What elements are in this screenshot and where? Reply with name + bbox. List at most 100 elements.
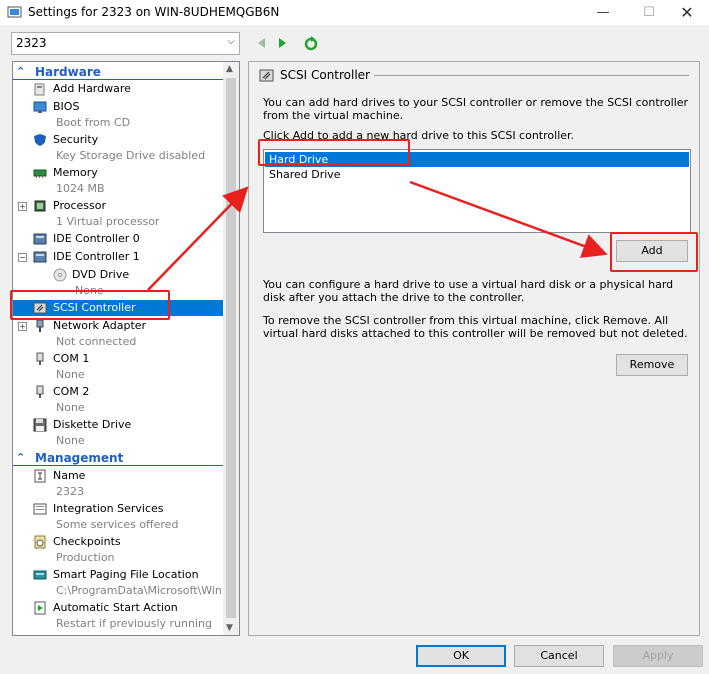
settings-app-icon (7, 6, 22, 18)
tree-item-security[interactable]: Security (13, 132, 223, 148)
smart-paging-icon (33, 570, 47, 580)
panel-title: SCSI Controller (280, 68, 370, 82)
add-hardware-icon (34, 83, 45, 96)
ide-controller-icon (33, 251, 47, 263)
scroll-down-icon[interactable]: ▼ (226, 623, 233, 633)
tree-item-detail: 2323 (56, 485, 84, 498)
remove-button[interactable]: Remove (616, 354, 688, 376)
tree-item-processor[interactable]: Processor (13, 198, 223, 214)
tree-item-add-hardware[interactable]: Add Hardware (13, 81, 223, 97)
list-item-shared-drive[interactable]: Shared Drive (265, 167, 689, 182)
tree-item-detail: 1024 MB (56, 182, 105, 195)
tree-item-label: Integration Services (53, 502, 164, 515)
tree-item-bios[interactable]: BIOS (13, 99, 223, 115)
network-adapter-icon (36, 319, 44, 332)
integration-services-icon (33, 503, 47, 515)
bios-icon (33, 101, 47, 113)
back-arrow-icon[interactable] (254, 35, 270, 51)
scsi-controller-icon (259, 69, 274, 82)
memory-icon (33, 169, 47, 178)
tree-item-label: Security (53, 133, 99, 146)
tree-item-label: Smart Paging File Location (53, 568, 199, 581)
tree-item-com-2[interactable]: COM 2 (13, 384, 223, 400)
annotation-box-scsi (10, 290, 170, 320)
scroll-up-icon[interactable]: ▲ (226, 64, 233, 74)
name-icon (34, 469, 46, 483)
vm-selector-value: 2323 (16, 36, 47, 50)
tree-item-detail: None (56, 434, 85, 447)
tree-item-detail: None (56, 368, 85, 381)
tree-item-detail: Boot from CD (56, 116, 131, 129)
com-port-icon (36, 385, 44, 398)
hardware-section-header[interactable]: ⌃ Hardware (13, 64, 223, 80)
shield-icon (34, 134, 46, 146)
tree-item-detail: Restart if previously running (56, 617, 212, 630)
window-title: Settings for 2323 on WIN-8UDHEMQGB6N (28, 5, 280, 19)
apply-button[interactable]: Apply (613, 645, 703, 667)
diskette-icon (33, 418, 47, 432)
tree-item-label: Processor (53, 199, 106, 212)
annotation-box-hard-drive (258, 139, 410, 166)
configure-text: You can configure a hard drive to use a … (263, 278, 674, 304)
tree-item-detail: Key Storage Drive disabled (56, 149, 206, 162)
tree-item-label: COM 2 (53, 385, 90, 398)
tree-item-integration-services[interactable]: Integration Services (13, 501, 223, 517)
vm-selector[interactable]: 2323 ⌵ (11, 32, 240, 55)
tree-item-detail: C:\ProgramData\Microsoft\Win... (56, 584, 233, 597)
tree-item-name[interactable]: Name (13, 468, 223, 484)
forward-arrow-icon[interactable] (274, 35, 290, 51)
tree-item-checkpoints[interactable]: Checkpoints (13, 534, 223, 550)
tree-item-detail: None (56, 401, 85, 414)
tree-item-label: IDE Controller 0 (53, 232, 140, 245)
tree-scrollbar[interactable]: ▲ ▼ (223, 62, 239, 635)
tree-item-label: Checkpoints (53, 535, 121, 548)
panel-title-divider (374, 75, 689, 76)
tree-item-ide-controller-0[interactable]: IDE Controller 0 (13, 231, 223, 247)
tree-item-detail: Not connected (56, 335, 137, 348)
tree-item-diskette-drive[interactable]: Diskette Drive (13, 417, 223, 433)
tree-item-label: Name (53, 469, 86, 482)
dvd-drive-icon (53, 268, 67, 282)
tree-item-label: Network Adapter (53, 319, 147, 332)
section-divider (13, 465, 223, 466)
management-section-header[interactable]: ⌃ Management (13, 450, 223, 466)
settings-tree: ⌃ Hardware Add Hardware BIOS Boot from C… (12, 61, 240, 636)
refresh-icon[interactable] (303, 35, 319, 51)
tree-item-smart-paging[interactable]: Smart Paging File Location (13, 567, 223, 583)
chevron-down-icon: ⌵ (227, 36, 235, 47)
tree-item-network-adapter[interactable]: Network Adapter (13, 318, 223, 334)
tree-item-label: IDE Controller 1 (53, 250, 140, 263)
tree-item-dvd-drive[interactable]: DVD Drive (13, 267, 223, 283)
processor-icon (34, 200, 46, 212)
annotation-box-add (610, 232, 698, 272)
tree-item-detail: 1 Virtual processor (56, 215, 160, 228)
tree-item-com-1[interactable]: COM 1 (13, 351, 223, 367)
close-button[interactable]: ✕ (664, 0, 709, 25)
minimize-button[interactable]: — (580, 0, 626, 25)
tree-item-label: COM 1 (53, 352, 90, 365)
tree-item-label: DVD Drive (72, 268, 130, 281)
tree-item-automatic-start[interactable]: Automatic Start Action (13, 600, 223, 616)
title-bar: Settings for 2323 on WIN-8UDHEMQGB6N — ☐… (0, 0, 709, 25)
hardware-section-label: Hardware (35, 65, 101, 79)
tree-item-ide-controller-1[interactable]: IDE Controller 1 (13, 249, 223, 265)
checkpoints-icon (34, 535, 46, 549)
tree-item-label: Add Hardware (53, 82, 131, 95)
intro-text: You can add hard drives to your SCSI con… (263, 96, 689, 122)
section-divider (13, 79, 223, 80)
tree-item-label: Memory (53, 166, 98, 179)
auto-start-icon (34, 601, 46, 615)
tree-item-label: Automatic Start Action (53, 601, 178, 614)
scrollbar-thumb[interactable] (226, 78, 236, 618)
ide-controller-icon (33, 233, 47, 245)
cancel-button[interactable]: Cancel (514, 645, 604, 667)
tree-item-detail: Production (56, 551, 115, 564)
collapse-chevron-icon: ⌃ (16, 65, 26, 78)
com-port-icon (36, 352, 44, 365)
tree-item-label: BIOS (53, 100, 80, 113)
tree-item-memory[interactable]: Memory (13, 165, 223, 181)
management-section-label: Management (35, 451, 124, 465)
tree-item-detail: Some services offered (56, 518, 179, 531)
collapse-chevron-icon: ⌃ (16, 451, 26, 464)
ok-button[interactable]: OK (416, 645, 506, 667)
